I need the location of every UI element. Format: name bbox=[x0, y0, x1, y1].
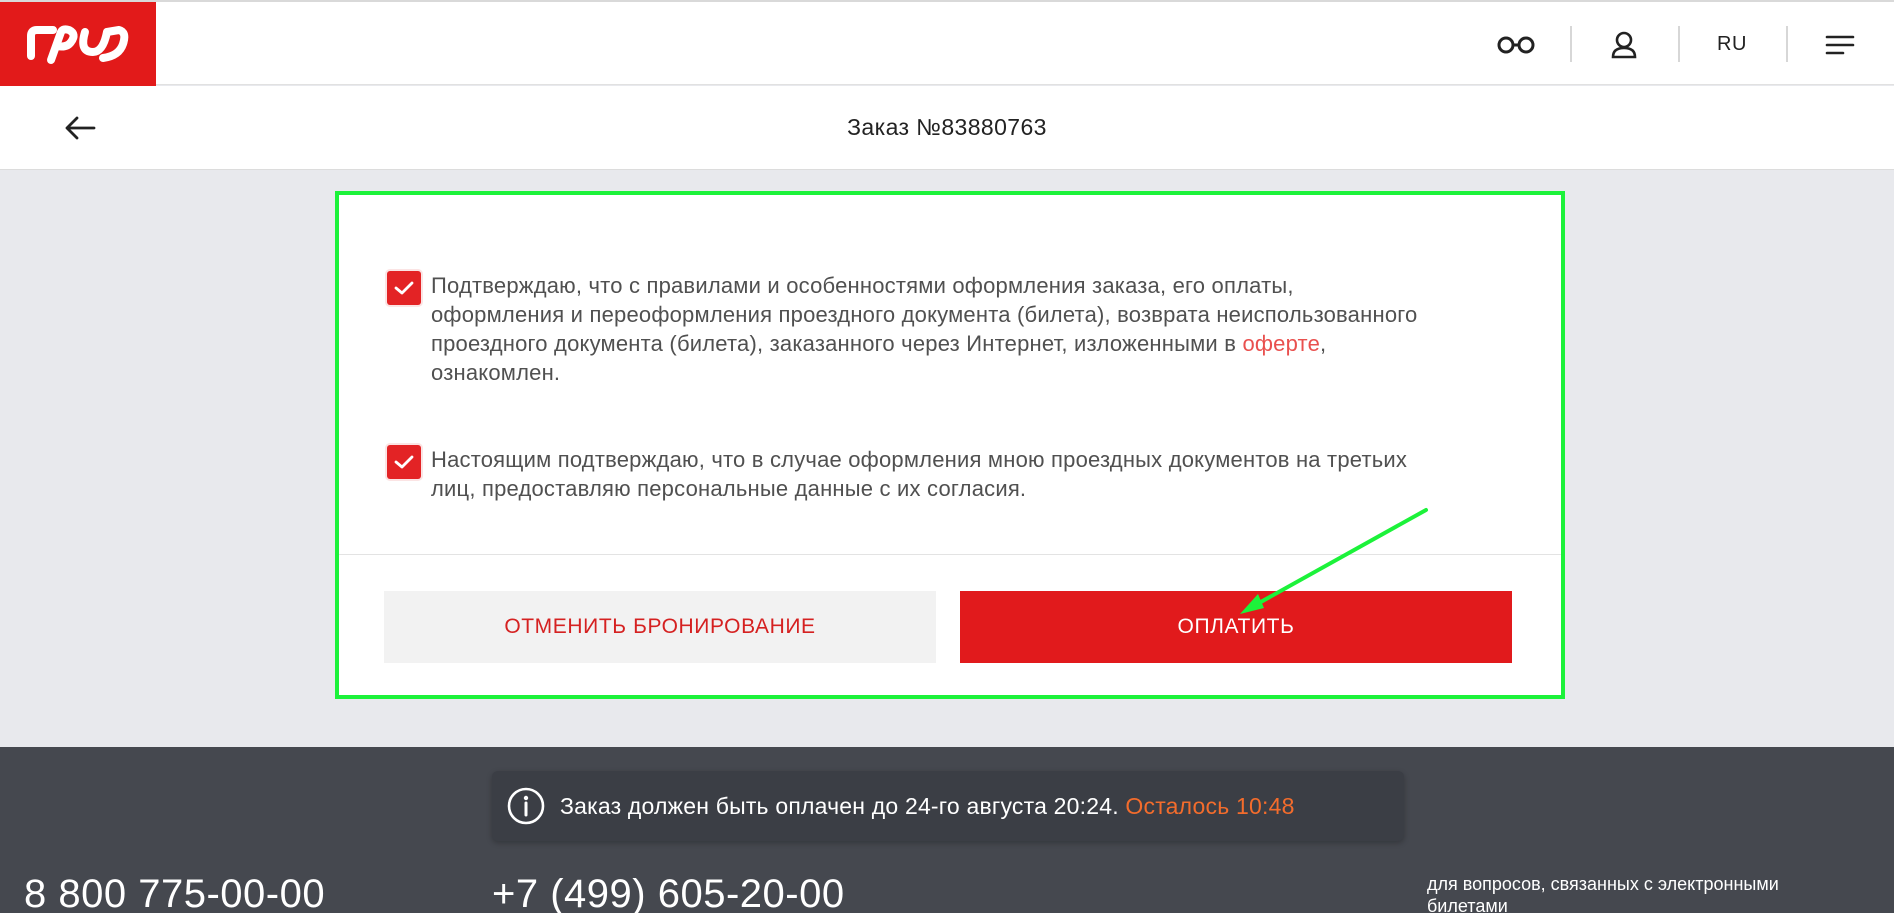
accessibility-glasses-icon bbox=[1497, 36, 1535, 53]
consent-personal-data: Настоящим подтверждаю, что в случае офор… bbox=[387, 445, 1431, 503]
personal-data-checkbox[interactable] bbox=[387, 445, 421, 479]
rzd-logo[interactable] bbox=[0, 2, 156, 87]
terms-text: Подтверждаю, что с правилами и особеннос… bbox=[431, 271, 1431, 387]
timer-deadline: Заказ должен быть оплачен до 24-го авгус… bbox=[560, 792, 1119, 819]
timer-text: Заказ должен быть оплачен до 24-го авгус… bbox=[560, 793, 1295, 820]
language-switcher[interactable]: RU bbox=[1678, 2, 1786, 87]
card-divider bbox=[337, 554, 1561, 555]
language-label: RU bbox=[1717, 33, 1747, 55]
header-actions: RU bbox=[1462, 2, 1894, 87]
user-icon bbox=[1611, 31, 1637, 58]
timer-remaining: Осталось 10:48 bbox=[1125, 792, 1295, 819]
checkmark-icon bbox=[394, 281, 414, 295]
phone-number-1[interactable]: 8 800 775-00-00 bbox=[24, 872, 325, 913]
info-icon bbox=[506, 786, 546, 826]
cancel-booking-button[interactable]: ОТМЕНИТЬ БРОНИРОВАНИЕ bbox=[384, 591, 936, 663]
phone-number-2[interactable]: +7 (499) 605-20-00 bbox=[492, 872, 845, 913]
payment-timer: Заказ должен быть оплачен до 24-го авгус… bbox=[492, 771, 1404, 841]
consent-card: Подтверждаю, что с правилами и особеннос… bbox=[337, 193, 1561, 697]
checkmark-icon bbox=[394, 455, 414, 469]
top-header: RU bbox=[0, 0, 1894, 87]
pay-button[interactable]: ОПЛАТИТЬ bbox=[960, 591, 1512, 663]
offer-link[interactable]: оферте bbox=[1242, 331, 1320, 356]
page-title: Заказ №83880763 bbox=[847, 114, 1047, 140]
footer: Заказ должен быть оплачен до 24-го авгус… bbox=[0, 747, 1894, 913]
order-subheader: Заказ №83880763 bbox=[0, 86, 1894, 170]
menu-icon bbox=[1825, 35, 1855, 54]
personal-data-text: Настоящим подтверждаю, что в случае офор… bbox=[431, 447, 1408, 501]
profile-button[interactable] bbox=[1570, 2, 1678, 87]
accessibility-button[interactable] bbox=[1462, 2, 1570, 87]
terms-checkbox[interactable] bbox=[387, 271, 421, 305]
menu-button[interactable] bbox=[1786, 2, 1894, 87]
support-note: для вопросов, связанных с электронными б… bbox=[1427, 874, 1779, 913]
rzd-logo-mark bbox=[27, 24, 129, 64]
consent-terms: Подтверждаю, что с правилами и особеннос… bbox=[387, 271, 1431, 387]
